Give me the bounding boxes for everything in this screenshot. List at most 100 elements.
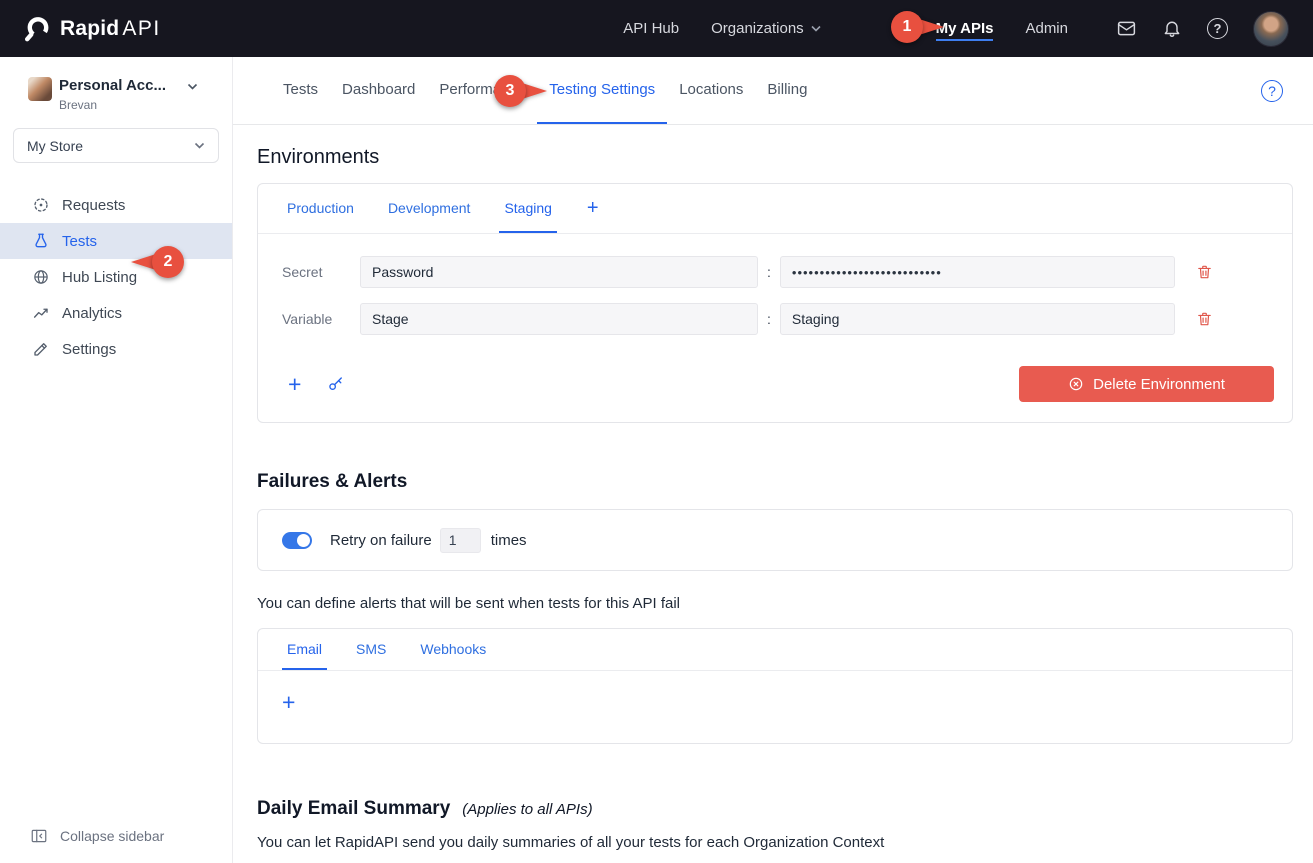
secret-name-input[interactable] [360,256,758,288]
tab-tests[interactable]: Tests [271,57,330,124]
brand-rapid: Rapid [60,16,120,40]
alert-tab-webhooks[interactable]: Webhooks [415,629,491,670]
variable-value-input[interactable] [779,303,1175,335]
chevron-down-icon [187,83,198,90]
daily-summary-header: Daily Email Summary (Applies to all APIs… [257,798,1293,820]
sidebar-item-hub-listing[interactable]: Hub Listing [0,259,232,295]
secret-value-input[interactable] [779,256,1175,288]
key-value-separator: : [767,264,771,280]
environment-tabs: Production Development Staging + [258,184,1292,234]
env-tab-production[interactable]: Production [282,184,359,233]
failures-title: Failures & Alerts [257,471,408,492]
sidebar-item-label: Hub Listing [62,268,138,286]
sidebar-item-label: Settings [62,340,117,358]
alerts-hint: You can define alerts that will be sent … [257,595,681,612]
help-icon[interactable]: ? [1207,18,1228,39]
tab-billing[interactable]: Billing [755,57,819,124]
environment-actions: + Delete Environment [258,354,1292,422]
add-variable-button[interactable]: + [282,370,307,397]
env-row-type-label: Secret [282,264,323,280]
daily-summary-note: (Applies to all APIs) [462,801,593,818]
plus-icon: + [282,689,296,715]
sidebar-item-tests[interactable]: Tests [0,223,232,259]
globe-icon [32,268,50,286]
navbar-links: API Hub Organizations My APIs Admin [623,16,1068,41]
sidebar-item-label: Tests [62,232,98,250]
trash-icon [1196,263,1213,281]
navbar-icons: ? [1116,10,1289,47]
alert-channel-tabs: Email SMS Webhooks [258,629,1292,671]
brand-text: Rapid API [60,17,161,41]
collapse-sidebar-button[interactable]: Collapse sidebar [30,827,164,845]
page-help-button[interactable]: ? [1261,79,1283,102]
env-tab-development[interactable]: Development [383,184,476,233]
collapse-icon [30,827,48,845]
tab-locations[interactable]: Locations [667,57,755,124]
env-row-secret: Secret : [282,256,1268,288]
nav-api-hub[interactable]: API Hub [623,16,679,41]
retry-count-input[interactable] [439,527,481,553]
environments-title: Environments [257,146,380,168]
pencil-icon [32,340,50,358]
nav-admin[interactable]: Admin [1025,16,1068,41]
nav-my-apis[interactable]: My APIs [935,16,994,41]
sidebar-item-analytics[interactable]: Analytics [0,295,232,331]
retry-text-after: times [490,531,527,549]
env-row-variable: Variable : [282,303,1268,335]
environment-variables: Secret : Variable : [258,234,1292,354]
chevron-down-icon [194,142,205,149]
add-secret-button[interactable] [327,375,345,393]
account-avatar [28,77,52,101]
delete-environment-button[interactable]: Delete Environment [1019,366,1274,402]
help-icon: ? [1261,79,1283,102]
nav-organizations[interactable]: Organizations [711,16,821,41]
plus-icon: + [288,370,302,397]
alert-tab-sms[interactable]: SMS [351,629,391,670]
daily-summary-title: Daily Email Summary [257,798,451,819]
sidebar-item-settings[interactable]: Settings [0,331,232,367]
toggle-knob [297,533,310,547]
account-switcher[interactable]: Personal Acc... Brevan [0,57,232,112]
retry-card: Retry on failure times [257,509,1293,571]
delete-secret-row-button[interactable] [1196,263,1213,281]
circle-x-icon [1068,376,1084,392]
key-value-separator: : [767,311,771,327]
trash-icon [1196,310,1213,328]
sidebar: Personal Acc... Brevan My Store Requests [0,57,233,863]
sidebar-item-label: Analytics [62,304,123,322]
plus-icon: + [586,197,599,219]
bell-icon[interactable] [1162,18,1182,39]
chevron-down-icon [811,25,821,32]
alerts-card: Email SMS Webhooks + [257,628,1293,744]
sidebar-item-label: Requests [62,196,126,214]
delete-variable-row-button[interactable] [1196,310,1213,328]
tab-dashboard[interactable]: Dashboard [330,57,427,124]
inbox-icon[interactable] [1116,18,1137,39]
store-select[interactable]: My Store [13,128,219,163]
rapidapi-logo-icon [24,15,51,42]
tab-testing-settings[interactable]: Testing Settings [537,57,668,124]
tab-performance[interactable]: Performance [427,57,537,124]
user-avatar[interactable] [1253,10,1289,47]
main-panel: Tests Dashboard Performance Testing Sett… [233,57,1313,863]
variable-name-input[interactable] [360,303,758,335]
environments-card: Production Development Staging + Secret … [257,183,1293,423]
store-select-value: My Store [27,137,84,154]
daily-summary-description: You can let RapidAPI send you daily summ… [257,834,885,851]
settings-content: Environments Production Development Stag… [233,146,1313,851]
flask-icon [32,232,50,250]
key-icon [327,375,345,393]
alert-tab-email[interactable]: Email [282,629,328,670]
add-alert-button[interactable]: + [282,691,301,714]
api-tabbar: Tests Dashboard Performance Testing Sett… [233,57,1313,125]
rapidapi-logo[interactable]: Rapid API [24,15,161,42]
alerts-body: + [258,671,1292,743]
env-tab-staging[interactable]: Staging [499,184,557,233]
add-environment-button[interactable]: + [581,184,605,233]
sidebar-item-requests[interactable]: Requests [0,187,232,223]
brand-api: API [122,16,161,40]
retry-toggle[interactable] [282,531,312,549]
env-row-type-label: Variable [282,311,333,327]
collapse-label: Collapse sidebar [60,828,165,844]
top-navbar: Rapid API API Hub Organizations My APIs A… [0,0,1313,57]
